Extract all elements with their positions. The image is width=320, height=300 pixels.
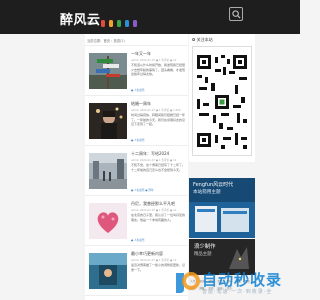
post-item: 一年又一年 admin 2024-01-07 ● 1 条评论 ● 12 不知道从… xyxy=(85,46,188,96)
main-nav: 首页 xyxy=(84,20,157,27)
breadcrumb: 当前位置：首页 › 旅游(2) xyxy=(85,34,188,46)
promo-title: Fengfun风云时代 xyxy=(193,182,234,188)
post-meta: admin 2024-01-07 ● 1 条评论 ● 12 xyxy=(131,159,177,162)
post-meta: admin 2024-01-07 ● 1 条评论 ● 12 xyxy=(131,259,177,262)
nav-item-8[interactable] xyxy=(151,20,157,27)
nav-item-home[interactable]: 首页 xyxy=(84,20,97,27)
main-content: 当前位置：首页 › 旅游(2) 一年又一年 admin 2024-01-07 ●… xyxy=(85,34,188,300)
post-excerpt: 不知不觉，这个博客已经写了十二年了。十二年前的自己怎么也不会想到今天。 xyxy=(131,163,186,172)
theme-promo-banner[interactable]: Fengfun风云时代 本站箭用主题 xyxy=(189,178,255,238)
post-meta: admin 2024-01-07 ● 1 条评论 ● 1,656 xyxy=(131,109,181,112)
post-excerpt: 在北京的日子里，我认识了一位叫丹尼的朋友。他是一个非常有趣的人。 xyxy=(131,213,186,222)
post-item: 结婚一周年 admin 2024-01-07 ● 1 条评论 ● 1,656 时… xyxy=(85,96,188,146)
post-item: 十二周年：写给2024 admin 2024-01-07 ● 1 条评论 ● 1… xyxy=(85,146,188,196)
post-thumbnail[interactable] xyxy=(89,203,127,239)
watermark-title: 自动秒收录 xyxy=(202,271,283,289)
nav-item-6[interactable] xyxy=(133,20,138,27)
post-tag[interactable]: ● 人生感悟 xyxy=(131,238,144,242)
watermark-overlay: 自动秒收录 智能·笔速·一次·到收录·全 xyxy=(172,267,300,300)
post-tag[interactable]: ● 人生感悟 ● 周年 xyxy=(131,188,154,192)
watermark-subtitle: 智能·笔速·一次·到收录·全 xyxy=(202,289,273,295)
nav-item-3[interactable] xyxy=(109,20,114,27)
nav-item-4[interactable] xyxy=(117,20,122,27)
post-title[interactable]: 十二周年：写给2024 xyxy=(131,151,169,157)
post-tag[interactable]: ● 人生感悟 xyxy=(131,138,144,142)
post-title[interactable]: 结婚一周年 xyxy=(131,101,151,107)
post-tag[interactable]: ● 人生感悟 xyxy=(131,88,144,92)
post-thumbnail[interactable] xyxy=(89,153,127,189)
nav-item-2[interactable] xyxy=(101,20,106,27)
wechat-widget: ❂ 关注本站 xyxy=(189,34,255,162)
post-title[interactable]: 丹尼，我曾经那么平凡吧 xyxy=(131,201,175,207)
wechat-qr-code xyxy=(192,46,252,156)
post-excerpt: 时间过得真快，转眼间我们结婚已经一年了。一年前的今天，我们在亲朋好友的见证下走到… xyxy=(131,113,186,127)
post-meta: admin 2024-01-07 ● 1 条评论 ● 12 xyxy=(131,209,177,212)
post-meta: admin 2024-01-07 ● 1 条评论 ● 12 xyxy=(131,59,177,62)
post-item: 丹尼，我曾经那么平凡吧 admin 2024-01-07 ● 1 条评论 ● 1… xyxy=(85,196,188,246)
search-button[interactable] xyxy=(229,7,243,21)
search-icon xyxy=(232,10,241,19)
nav-item-5[interactable] xyxy=(125,20,130,27)
post-thumbnail[interactable] xyxy=(89,53,127,89)
promo-subtitle: 本站箭用主题 xyxy=(193,190,221,195)
post-thumbnail[interactable] xyxy=(89,103,127,139)
wolf-banner-subtitle: 精品主题 xyxy=(194,252,212,257)
post-excerpt: 不知道从什么时候开始，我发现我已经很少去想年龄的事情了。回头看看，才发现这些年过… xyxy=(131,63,186,77)
post-thumbnail[interactable] xyxy=(89,253,127,289)
top-navigation-bar: 醉风云 首页 xyxy=(0,0,300,34)
widget-title: ❂ 关注本站 xyxy=(192,37,213,42)
post-title[interactable]: 一年又一年 xyxy=(131,51,151,57)
nav-item-7[interactable] xyxy=(141,20,147,27)
wolf-banner-title: 浪少制作 xyxy=(194,244,216,250)
post-title[interactable]: 最小幸巧更新内容 xyxy=(131,251,163,257)
watermark-logo-icon xyxy=(176,272,200,293)
